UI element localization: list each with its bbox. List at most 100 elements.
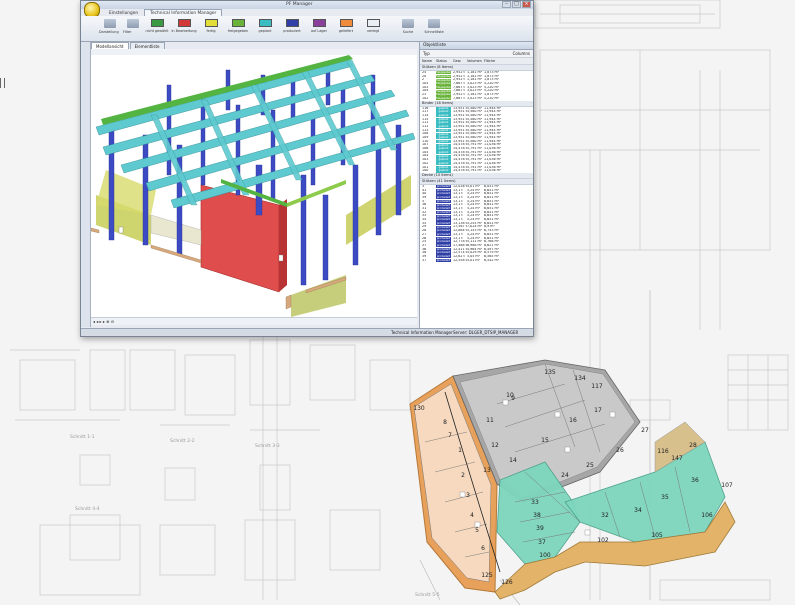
status-button-geplant[interactable]: geplant	[252, 19, 278, 38]
plan-label: 117	[591, 383, 603, 390]
object-name: 37	[422, 258, 427, 262]
schnellliste-button[interactable]: Schnellliste	[421, 19, 447, 37]
plan-label: 25	[586, 462, 594, 469]
plan-label: 24	[561, 472, 569, 479]
plan-label: 32	[601, 512, 609, 519]
plan-label: 39	[536, 525, 544, 532]
object-list-groups: Stützen (8 Items) 25 freigegeben 2,952 t 1,1…	[420, 65, 533, 263]
object-area: 6,542 m²	[484, 258, 500, 262]
status-bar: Technical Information Manager Server: DL…	[81, 328, 533, 336]
status-swatch	[339, 19, 353, 27]
plan-label: 126	[501, 579, 513, 586]
plan-label: 36	[691, 477, 699, 484]
view-icon	[104, 19, 116, 28]
plan-label: 16	[569, 417, 577, 424]
tab-einstellungen[interactable]: Einstellungen	[103, 9, 144, 16]
object-area: 5,220 m²	[484, 96, 500, 100]
plan-label: 37	[538, 539, 546, 546]
object-status: produziert	[436, 258, 453, 263]
plan-label: 134	[574, 375, 586, 382]
drag-handle[interactable]	[0, 78, 5, 88]
close-button[interactable]: ×	[522, 1, 531, 8]
plan-label: 35	[661, 494, 669, 501]
plan-label: 13	[483, 467, 491, 474]
3d-structure-model	[91, 55, 416, 317]
plan-label: 9	[511, 395, 515, 402]
object-weight: 12,558 t	[453, 258, 467, 262]
plan-label: 116	[657, 448, 669, 455]
plan-label: 1	[458, 447, 462, 454]
app-window: PF Manager – □ × Einstellungen Technical…	[80, 0, 534, 337]
object-area: 11,036 m²	[484, 169, 502, 173]
plan-label: 26	[616, 447, 624, 454]
status-chip: produziert	[436, 258, 451, 263]
object-list-title: Objektliste	[420, 42, 533, 50]
plan-label: 2	[461, 472, 465, 479]
suche-button[interactable]: Suche	[397, 19, 419, 37]
plan-label: 33	[531, 499, 539, 506]
column-header[interactable]: Fläche	[484, 58, 504, 64]
status-button-geliefert[interactable]: geliefert	[333, 19, 359, 38]
plan-label: 3	[466, 492, 470, 499]
column-header[interactable]: Gew.	[453, 58, 467, 64]
plan-label: 34	[634, 507, 642, 514]
status-button-produziert[interactable]: produziert	[279, 19, 305, 38]
status-swatch	[177, 19, 191, 27]
status-swatch	[366, 19, 380, 27]
3d-floor-plan: 135 134 130 117 10 11 12 13 14 9 17 16 1…	[409, 359, 736, 600]
columns-button[interactable]: Columns	[513, 50, 530, 57]
status-swatch	[285, 19, 299, 27]
plan-label: 4	[470, 512, 474, 519]
status-button-fertig[interactable]: fertig	[198, 19, 224, 38]
drawing-label: Schnitt 1-1	[70, 434, 95, 440]
maximize-button[interactable]: □	[512, 1, 521, 8]
status-button-freigegeben[interactable]: freigegeben	[225, 19, 251, 38]
plan-label: 130	[413, 405, 425, 412]
plan-label: 147	[671, 455, 683, 462]
status-button-in-bearbeitung[interactable]: in Bearbeitung	[171, 19, 197, 38]
column-header[interactable]: Volumen	[467, 58, 484, 64]
plan-label: 125	[481, 572, 493, 579]
plan-label: 135	[544, 369, 556, 376]
plan-label: 6	[481, 545, 485, 552]
minimize-button[interactable]: –	[502, 1, 511, 8]
darstellung-button[interactable]: Darstellung	[99, 19, 121, 37]
plan-label: 107	[721, 482, 733, 489]
filter-icon	[127, 19, 139, 28]
left-side-toolbar[interactable]	[81, 42, 91, 327]
status-button-verlegt[interactable]: verlegt	[360, 19, 386, 38]
object-volume: 5,791 m³	[467, 169, 483, 173]
plan-label: 106	[701, 512, 713, 519]
object-row[interactable]: 37 produziert 12,558 t 5,01 m³ 6,542 m²	[420, 259, 533, 263]
status-swatch	[312, 19, 326, 27]
column-header[interactable]: Status	[436, 58, 453, 64]
object-volume: 5,01 m³	[467, 258, 480, 262]
status-module: Technical Information Manager	[391, 330, 453, 335]
status-swatch	[258, 19, 272, 27]
status-button-nicht-gewaehlt[interactable]: nicht gewählt	[144, 19, 170, 38]
status-button-auf-lager[interactable]: auf Lager	[306, 19, 332, 38]
column-header[interactable]: Name	[420, 58, 436, 64]
ribbon-tabs: Einstellungen Technical Information Mana…	[103, 9, 223, 16]
viewport-statusbar[interactable]: ◂ ◂ ▸ ▸ ⊕ ⊖	[91, 317, 417, 325]
tab-modellansicht[interactable]: Modellansicht	[91, 42, 129, 49]
window-title: PF Manager	[286, 2, 313, 7]
type-dropdown[interactable]: Typ	[423, 50, 430, 57]
status-swatch	[204, 19, 218, 27]
status-swatch	[231, 19, 245, 27]
tab-elementliste[interactable]: Elementliste	[129, 42, 165, 49]
status-chip: freigegeben	[436, 97, 452, 101]
plan-label: 8	[443, 419, 447, 426]
filter-button[interactable]: Filter	[123, 19, 143, 37]
plan-label: 15	[541, 437, 549, 444]
plan-label: 17	[594, 407, 602, 414]
panel-tabs: Modellansicht Elementliste	[91, 42, 166, 49]
plan-label: 28	[689, 442, 697, 449]
plan-label: 105	[651, 532, 663, 539]
3d-model-viewport[interactable]	[91, 55, 417, 317]
plan-label: 38	[533, 512, 541, 519]
drawing-label: Schnitt 4-4	[75, 506, 100, 512]
ribbon: Darstellung Filter nicht gewählt in Bear…	[81, 16, 533, 42]
tab-technical-information-manager[interactable]: Technical Information Manager	[144, 9, 223, 16]
object-status: freigegeben	[436, 97, 453, 101]
